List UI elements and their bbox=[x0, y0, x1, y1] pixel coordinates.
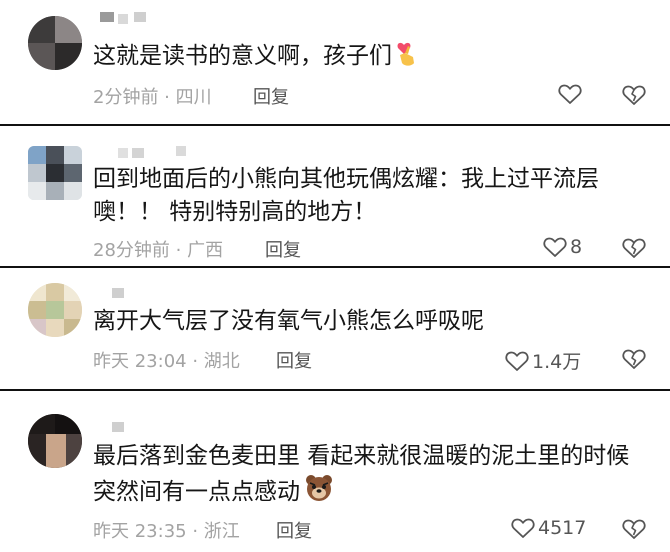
comment-time-location: 28分钟前 · 广西 bbox=[93, 240, 224, 261]
comment-time-location: 昨天 23:35 · 浙江 bbox=[93, 521, 240, 542]
comment-text: 最后落到金色麦田里 看起来就很温暖的泥土里的时候 突然间有一点点感动 bbox=[93, 440, 653, 513]
comment-text-line: 回到地面后的小熊向其他玩偶炫耀：我上过平流层 bbox=[93, 166, 599, 192]
like-button[interactable]: 1.4万 bbox=[505, 347, 581, 374]
dislike-button[interactable] bbox=[622, 348, 646, 370]
comment-time-location: 昨天 23:04 · 湖北 bbox=[93, 351, 240, 372]
comment-text-line: 离开大气层了没有氧气小熊怎么呼吸呢 bbox=[93, 308, 484, 334]
like-count: 8 bbox=[570, 236, 583, 258]
avatar[interactable] bbox=[28, 414, 82, 468]
comment-text-line: 噢！！ 特别特别高的地方！ bbox=[93, 199, 377, 225]
like-button[interactable] bbox=[558, 83, 585, 105]
like-count: 1.4万 bbox=[532, 351, 582, 373]
reply-button[interactable]: 回复 bbox=[253, 83, 289, 109]
comment-text-line: 突然间有一点点感动 bbox=[93, 479, 300, 505]
heart-icon bbox=[505, 350, 529, 372]
reply-button[interactable]: 回复 bbox=[276, 347, 312, 373]
reply-button[interactable]: 回复 bbox=[265, 236, 301, 262]
avatar[interactable] bbox=[28, 283, 82, 337]
dislike-button[interactable] bbox=[622, 84, 646, 106]
comment-text-line: 最后落到金色麦田里 看起来就很温暖的泥土里的时候 bbox=[93, 443, 630, 469]
heart-icon bbox=[558, 83, 582, 105]
username-blurred[interactable] bbox=[100, 12, 160, 26]
heart-icon bbox=[543, 236, 567, 258]
divider bbox=[0, 124, 670, 126]
bear-emoji bbox=[304, 473, 334, 513]
username-blurred[interactable] bbox=[100, 286, 140, 300]
like-button[interactable]: 8 bbox=[543, 236, 582, 258]
username-blurred[interactable] bbox=[100, 146, 186, 160]
broken-heart-icon bbox=[622, 84, 646, 106]
heart-hands-emoji bbox=[396, 41, 418, 77]
like-button[interactable]: 4517 bbox=[511, 517, 586, 539]
reply-button[interactable]: 回复 bbox=[276, 517, 312, 543]
comment-time-location: 2分钟前 · 四川 bbox=[93, 87, 212, 108]
dislike-button[interactable] bbox=[622, 237, 646, 259]
avatar[interactable] bbox=[28, 16, 82, 70]
username-blurred[interactable] bbox=[100, 420, 140, 434]
avatar[interactable] bbox=[28, 146, 82, 200]
divider bbox=[0, 266, 670, 268]
broken-heart-icon bbox=[622, 518, 646, 540]
dislike-button[interactable] bbox=[622, 518, 646, 540]
comment-text-line: 这就是读书的意义啊，孩子们 bbox=[93, 43, 392, 69]
comment-text: 回到地面后的小熊向其他玩偶炫耀：我上过平流层 噢！！ 特别特别高的地方！ bbox=[93, 163, 653, 229]
comment-text: 这就是读书的意义啊，孩子们 bbox=[93, 40, 653, 77]
like-count: 4517 bbox=[538, 517, 587, 539]
divider bbox=[0, 389, 670, 391]
comment-text: 离开大气层了没有氧气小熊怎么呼吸呢 bbox=[93, 305, 653, 338]
broken-heart-icon bbox=[622, 237, 646, 259]
heart-icon bbox=[511, 517, 535, 539]
broken-heart-icon bbox=[622, 348, 646, 370]
